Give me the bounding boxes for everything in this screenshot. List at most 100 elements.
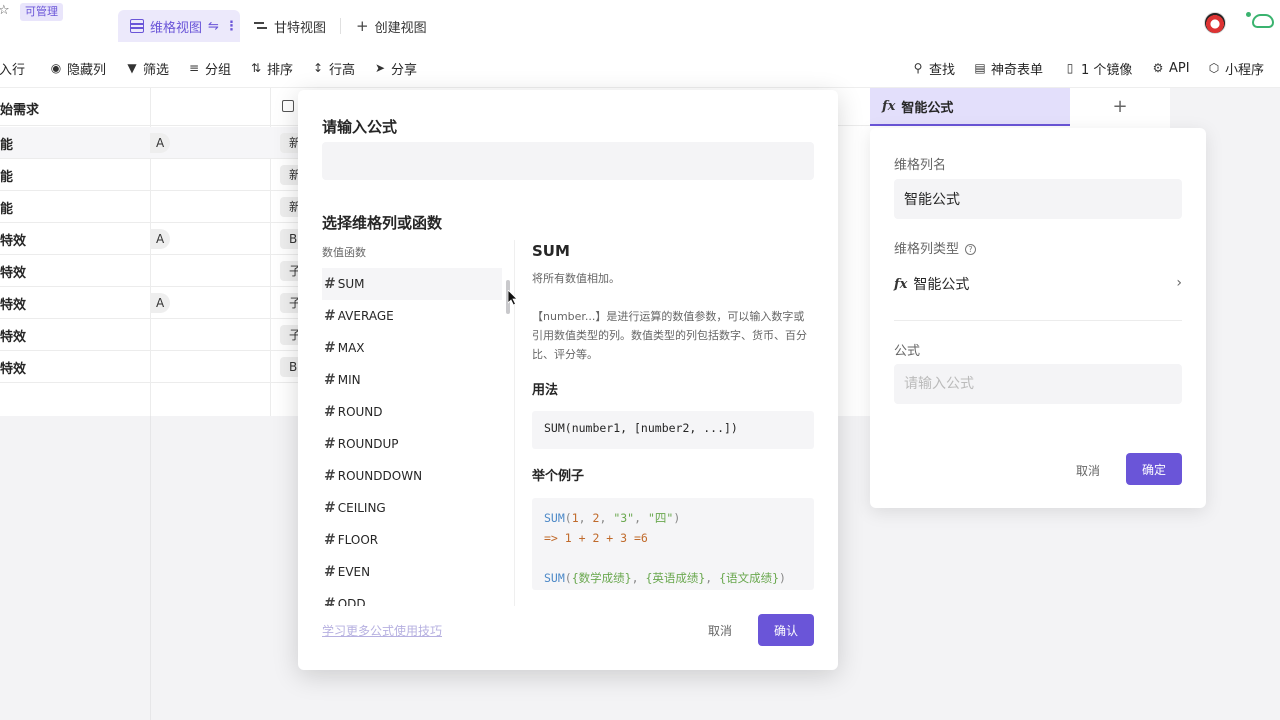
table-row[interactable]: 特效 A 子 xyxy=(0,287,301,319)
group-label: 分组 xyxy=(205,62,232,78)
function-item-rounddown[interactable]: # ROUNDDOWN xyxy=(322,460,502,492)
cube-icon: ⬡ xyxy=(1208,61,1220,75)
doc-params: 【number...】是进行运算的数值参数，可以输入数字或引用数值类型的列。数值… xyxy=(532,310,807,361)
number-icon: # xyxy=(324,372,336,388)
cloud-sync-icon[interactable] xyxy=(1252,14,1274,28)
code-fn: SUM xyxy=(544,571,565,585)
function-item-round[interactable]: # ROUND xyxy=(322,396,502,428)
function-item-floor[interactable]: # FLOOR xyxy=(322,524,502,556)
field-name-input[interactable] xyxy=(894,179,1182,219)
top-bar: ☆ 可管理 维格视图 ⇋ ⋮ 甘特视图 + 创建视图 xyxy=(0,0,1280,48)
function-item-sum[interactable]: # SUM xyxy=(322,268,502,300)
formula-label: 公式 xyxy=(894,344,921,359)
add-column-button[interactable]: + xyxy=(1070,88,1170,126)
field-type-select[interactable]: fx 智能公式 › xyxy=(894,274,1182,294)
row-height-button[interactable]: ↕ 行高 xyxy=(312,58,355,78)
cell-text: 能 xyxy=(0,170,14,185)
formula-editor-input[interactable] xyxy=(322,142,814,180)
tab-grid-view[interactable]: 维格视图 ⇋ ⋮ xyxy=(118,10,240,42)
mirror-button[interactable]: ▯ 1 个镜像 xyxy=(1064,58,1133,78)
sort-button[interactable]: ⇅ 排序 xyxy=(250,58,293,78)
number-icon: # xyxy=(324,436,336,452)
row-height-icon: ↕ xyxy=(312,61,324,75)
number-icon: # xyxy=(324,596,336,606)
magic-form-label: 神奇表单 xyxy=(991,62,1044,78)
option-tag: 新 xyxy=(280,197,301,217)
group-button[interactable]: ≡ 分组 xyxy=(188,58,231,78)
field-type-value: 智能公式 xyxy=(913,277,970,293)
option-tag: A xyxy=(150,293,171,313)
table-row[interactable]: 能 新 xyxy=(0,159,301,191)
share-label: 分享 xyxy=(391,62,418,78)
option-tag: 新 xyxy=(280,165,301,185)
table-row[interactable]: 特效 子 xyxy=(0,319,301,351)
create-view-button[interactable]: + 创建视图 xyxy=(356,10,427,42)
function-item-ceiling[interactable]: # CEILING xyxy=(322,492,502,524)
table-row[interactable]: 特效 子 xyxy=(0,255,301,287)
api-icon: ⚙ xyxy=(1152,61,1164,75)
share-button[interactable]: ➤ 分享 xyxy=(374,58,417,78)
column-divider xyxy=(150,416,151,720)
function-item-odd[interactable]: # ODD xyxy=(322,588,502,606)
mini-program-button[interactable]: ⬡ 小程序 xyxy=(1208,58,1264,78)
filter-label: 筛选 xyxy=(143,62,170,78)
cancel-button[interactable]: 取消 xyxy=(698,614,742,646)
function-item-even[interactable]: # EVEN xyxy=(322,556,502,588)
function-item-max[interactable]: # MAX xyxy=(322,332,502,364)
formula-input[interactable] xyxy=(894,364,1182,404)
filter-button[interactable]: ▼ 筛选 xyxy=(126,58,169,78)
option-tag: 子 xyxy=(280,261,301,281)
example-heading: 举个例子 xyxy=(532,469,585,484)
divider xyxy=(894,320,1182,321)
cell-text: 特效 xyxy=(0,234,27,249)
cancel-button[interactable]: 取消 xyxy=(1064,454,1112,486)
group-icon: ≡ xyxy=(188,61,200,75)
number-icon: # xyxy=(324,564,336,580)
code-field: {语文成绩} xyxy=(719,571,780,585)
usage-code: SUM(number1, [number2, ...]) xyxy=(532,411,814,449)
hide-columns-label: 隐藏列 xyxy=(67,62,107,78)
field-settings-panel: 维格列名 维格列类型? fx 智能公式 › 公式 取消 确定 xyxy=(870,128,1206,508)
option-tag: 子 xyxy=(280,325,301,345)
function-label: AVERAGE xyxy=(337,309,394,323)
sort-icon: ⇅ xyxy=(250,61,262,75)
number-icon: # xyxy=(324,404,336,420)
tab-label: 创建视图 xyxy=(374,20,427,36)
table-row[interactable]: 能 A 新 xyxy=(0,127,301,159)
more-vertical-icon[interactable]: ⋮ xyxy=(225,19,238,34)
insert-row-button[interactable]: 插入行 xyxy=(0,58,25,78)
cell-text: 特效 xyxy=(0,298,27,313)
table-row[interactable]: 能 新 xyxy=(0,191,301,223)
confirm-button[interactable]: 确认 xyxy=(758,614,814,646)
search-button[interactable]: ⚲ 查找 xyxy=(912,58,955,78)
function-item-average[interactable]: # AVERAGE xyxy=(322,300,502,332)
mouse-cursor-icon xyxy=(508,290,518,306)
field-name-label: 维格列名 xyxy=(894,158,947,173)
help-icon[interactable]: ? xyxy=(965,244,977,255)
function-item-roundup[interactable]: # ROUNDUP xyxy=(322,428,502,460)
formula-column-header[interactable]: fx 智能公式 xyxy=(870,88,1070,126)
code-arg: "3" xyxy=(613,511,635,525)
plus-icon: + xyxy=(356,17,369,35)
send-icon: ➤ xyxy=(374,61,386,75)
confirm-button[interactable]: 确定 xyxy=(1126,453,1182,485)
magic-form-button[interactable]: ▤ 神奇表单 xyxy=(974,58,1043,78)
swap-icon[interactable]: ⇋ xyxy=(208,19,219,34)
star-icon[interactable]: ☆ xyxy=(0,4,12,18)
table-row[interactable]: 特效 A B xyxy=(0,223,300,255)
table-row[interactable]: 特效 B xyxy=(0,351,300,383)
option-tag: B xyxy=(280,357,300,377)
code-fn: SUM xyxy=(544,511,565,525)
example-blank xyxy=(544,548,802,568)
tab-gantt-view[interactable]: 甘特视图 xyxy=(254,10,326,42)
hide-columns-button[interactable]: ◉ 隐藏列 xyxy=(50,58,106,78)
api-button[interactable]: ⚙ API xyxy=(1152,58,1190,78)
field-type-label-text: 维格列类型 xyxy=(894,242,960,257)
avatar[interactable] xyxy=(1204,12,1226,34)
function-list: 数值函数 # SUM # AVERAGE # MAX # MIN # ROUND # ROU… xyxy=(322,240,502,606)
column-header[interactable]: 始需求 xyxy=(0,99,39,118)
function-label: MIN xyxy=(337,373,361,387)
function-item-min[interactable]: # MIN xyxy=(322,364,502,396)
learn-more-link[interactable]: 学习更多公式使用技巧 xyxy=(322,622,442,639)
example-line: SUM(1, 2, "3", "四") xyxy=(544,511,681,525)
